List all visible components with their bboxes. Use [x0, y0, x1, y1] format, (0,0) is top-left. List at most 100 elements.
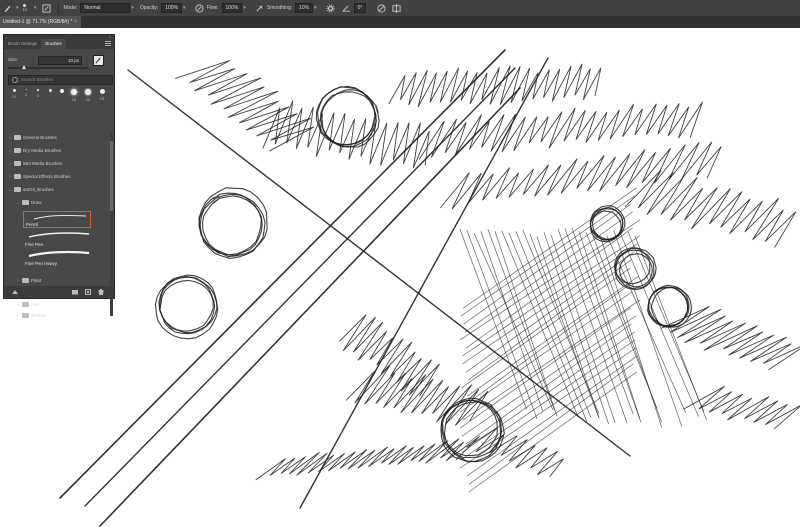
- collapse-chevron-icon[interactable]: ⌄: [15, 196, 21, 209]
- angle-field[interactable]: 0°: [353, 3, 367, 13]
- folder-icon: [22, 278, 29, 284]
- smoothing-dropdown-icon[interactable]: ▾: [314, 5, 317, 11]
- opacity-dropdown-icon[interactable]: ▾: [183, 5, 186, 11]
- pencil-line-stroke: [99, 87, 521, 527]
- sketch-circle: [199, 193, 266, 259]
- zigzag-scribble: [255, 435, 481, 481]
- hatch-stroke: [634, 235, 707, 421]
- brush-angle-icon[interactable]: [342, 4, 351, 13]
- pencil-line-stroke: [84, 67, 516, 507]
- tab-brushes[interactable]: Brushes: [41, 39, 66, 49]
- airbrush-icon[interactable]: [255, 4, 264, 13]
- folder-hair[interactable]: › Hair: [4, 299, 112, 311]
- brush-tool-icon[interactable]: [3, 4, 12, 13]
- brush-tip[interactable]: [44, 89, 56, 94]
- options-bar: ▾ 10 ▾ Mode: Normal ▾ Opacity: 100% ▾ Fl…: [0, 0, 800, 17]
- folder-dry-media-brushes[interactable]: › Dry Media Brushes: [4, 144, 112, 157]
- folder-texture[interactable]: › Texture: [4, 311, 112, 321]
- symmetry-icon[interactable]: [392, 3, 401, 13]
- expand-chevron-icon[interactable]: ›: [7, 131, 13, 144]
- hatch-stroke: [599, 235, 663, 428]
- brush-tip[interactable]: 20: [82, 89, 94, 102]
- folder-draw[interactable]: ⌄ Draw: [4, 196, 112, 209]
- brush-tip[interactable]: 1: [20, 89, 32, 97]
- panel-menu-icon[interactable]: [105, 41, 111, 46]
- brush-tip[interactable]: 19: [96, 89, 108, 101]
- sketch-circle: [198, 192, 262, 256]
- close-tab-icon[interactable]: ×: [74, 16, 77, 28]
- slider-knob[interactable]: [22, 65, 26, 69]
- brush-tip[interactable]: [56, 89, 68, 95]
- pressure-opacity-icon[interactable]: [195, 3, 204, 13]
- expand-chevron-icon[interactable]: ›: [7, 144, 13, 157]
- smoothing-field[interactable]: 10%: [295, 3, 314, 13]
- search-placeholder: Search Brushes: [21, 77, 54, 82]
- new-group-folder-icon[interactable]: [72, 289, 78, 295]
- expand-chevron-icon[interactable]: ›: [15, 299, 21, 311]
- zigzag-scribble: [262, 100, 430, 169]
- mode-select[interactable]: Normal: [80, 3, 131, 13]
- trash-icon[interactable]: [98, 289, 104, 296]
- folder-icon: [14, 187, 21, 193]
- brush-tip[interactable]: 19: [68, 89, 80, 102]
- brush-tip[interactable]: 10: [8, 89, 20, 99]
- smoothing-options-gear-icon[interactable]: [326, 3, 335, 13]
- brush-tip-toggle-icon[interactable]: [12, 289, 18, 295]
- flow-field[interactable]: 100%: [221, 3, 243, 13]
- document-canvas[interactable]: [0, 28, 800, 530]
- expand-chevron-icon[interactable]: ›: [15, 311, 21, 321]
- expand-chevron-icon[interactable]: ›: [7, 157, 13, 170]
- zigzag-scribble: [388, 63, 602, 108]
- brush-preset-picker[interactable]: 10: [23, 4, 27, 12]
- new-preset-icon[interactable]: [93, 55, 104, 66]
- expand-chevron-icon[interactable]: ›: [7, 170, 13, 183]
- brush-settings-toggle-icon[interactable]: [42, 3, 52, 13]
- folder-special-effects-brushes[interactable]: › Special Effects Brushes: [4, 170, 112, 183]
- pencil-line-stroke: [299, 57, 549, 509]
- tool-preset-dropdown-icon[interactable]: ▾: [16, 5, 19, 11]
- scrollbar-thumb[interactable]: [110, 141, 113, 211]
- pencil-drawing: [59, 49, 800, 527]
- collapse-chevron-icon[interactable]: ⌄: [7, 183, 13, 196]
- smoothing-label: Smoothing:: [266, 5, 293, 11]
- flow-dropdown-icon[interactable]: ▾: [243, 5, 246, 11]
- pressure-size-icon[interactable]: [377, 3, 386, 13]
- folder-icon: [22, 313, 29, 319]
- folder-icon: [14, 161, 21, 167]
- brush-tip[interactable]: 3: [32, 89, 44, 98]
- preset-pencil[interactable]: Pencil: [23, 211, 91, 228]
- preset-fine-pen[interactable]: Fine Pen: [23, 230, 91, 247]
- create-new-brush-icon[interactable]: [85, 289, 91, 295]
- sketch-circle: [201, 195, 263, 256]
- folder-icon: [14, 148, 21, 154]
- size-field[interactable]: 10 px: [38, 56, 82, 65]
- folder-antgli-brushes[interactable]: ⌄ antGli_Brushes: [4, 183, 112, 196]
- stroke-preview-icon: [28, 232, 90, 238]
- hatch-stroke: [480, 231, 543, 412]
- mode-dropdown-icon[interactable]: ▾: [131, 5, 134, 11]
- hatch-stroke: [468, 259, 632, 381]
- brush-picker-dropdown-icon[interactable]: ▾: [34, 5, 37, 11]
- zigzag-scribble: [339, 314, 440, 397]
- stroke-preview-icon: [28, 250, 90, 258]
- document-tab-bar: Untitled-1 @ 71.7% (RGB/8#) * ×: [0, 16, 800, 28]
- sketch-circle: [648, 284, 690, 327]
- hatch-stroke: [468, 371, 638, 493]
- hatch-stroke: [464, 211, 633, 333]
- opacity-label: Opacity:: [139, 5, 159, 11]
- brush-folder-list: › General Brushes › Dry Media Brushes › Wet…: [4, 131, 112, 209]
- tab-brush-settings[interactable]: Brush Settings: [4, 39, 41, 49]
- size-slider[interactable]: [8, 65, 88, 69]
- preset-fine-pen-heavy[interactable]: Fine Pen Heavy: [23, 249, 91, 266]
- folder-general-brushes[interactable]: › General Brushes: [4, 131, 112, 144]
- recent-brush-tips: 10 1 3 19 20 19: [8, 89, 112, 107]
- document-tab[interactable]: Untitled-1 @ 71.7% (RGB/8#) * ×: [0, 16, 81, 28]
- mode-label: Mode:: [63, 5, 78, 11]
- folder-wet-media-brushes[interactable]: › Wet Media Brushes: [4, 157, 112, 170]
- opacity-field[interactable]: 100%: [161, 3, 183, 13]
- search-brushes-input[interactable]: Search Brushes: [8, 75, 113, 85]
- brush-preset-list: Pencil Fine Pen Fine Pen Heavy: [12, 211, 97, 268]
- brushes-panel: » Brush Settings Brushes Size: 10 px Sea…: [3, 34, 115, 319]
- folder-icon: [14, 135, 21, 141]
- subfolder-list: ›Paint ›Skin ›Hair ›Texture: [4, 275, 112, 321]
